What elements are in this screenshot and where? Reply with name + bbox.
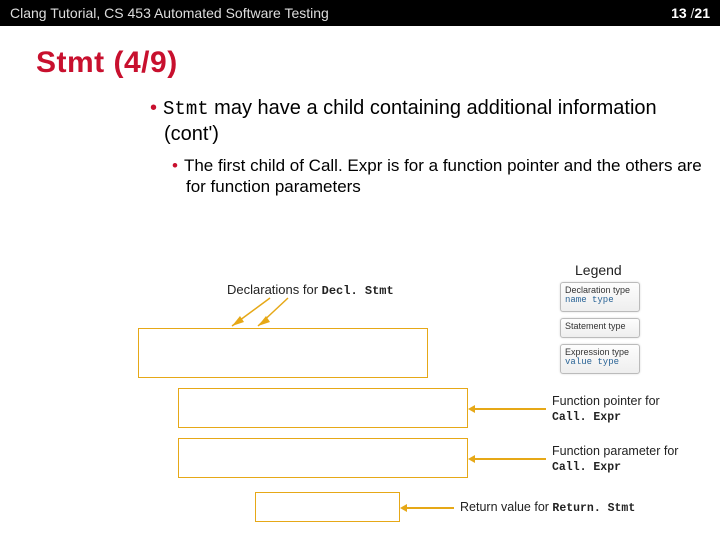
legend-box-declaration: Declaration type name type <box>560 282 640 312</box>
box-function-pointer <box>178 388 468 428</box>
box-return-value <box>255 492 400 522</box>
caption-function-pointer: Function pointer for Call. Expr <box>552 394 717 425</box>
page-counter: 13 /21 <box>671 5 710 21</box>
arrow-left-icon <box>406 507 454 509</box>
legend-box-statement: Statement type <box>560 318 640 338</box>
box-declarations <box>138 328 428 378</box>
bullet-mono: Stmt <box>163 98 209 120</box>
bullet-text: may have a child containing additional i… <box>164 97 657 145</box>
slide-body: • Stmt may have a child containing additi… <box>150 96 710 197</box>
diagram-area: Declarations for Decl. Stmt Legend Decla… <box>0 250 720 540</box>
slide-header: Clang Tutorial, CS 453 Automated Softwar… <box>0 0 720 26</box>
caption-return-value: Return value for Return. Stmt <box>460 500 635 516</box>
arrow-left-icon <box>474 408 546 410</box>
bullet-dot-icon: • <box>150 97 157 119</box>
arrow-left-icon <box>474 458 546 460</box>
legend-title: Legend <box>575 262 622 278</box>
bullet-dot-icon: • <box>172 156 178 175</box>
box-function-param <box>178 438 468 478</box>
bullet-sub-text: The first child of Call. Expr is for a f… <box>184 156 702 196</box>
bullet-main: • Stmt may have a child containing additi… <box>150 96 710 147</box>
caption-function-param: Function parameter for Call. Expr <box>552 444 720 475</box>
bullet-sub: • The first child of Call. Expr is for a … <box>172 155 710 198</box>
slide-title: Stmt (4/9) <box>36 46 720 80</box>
course-title: Clang Tutorial, CS 453 Automated Softwar… <box>10 5 329 21</box>
legend-box-expression: Expression type value type <box>560 344 640 374</box>
